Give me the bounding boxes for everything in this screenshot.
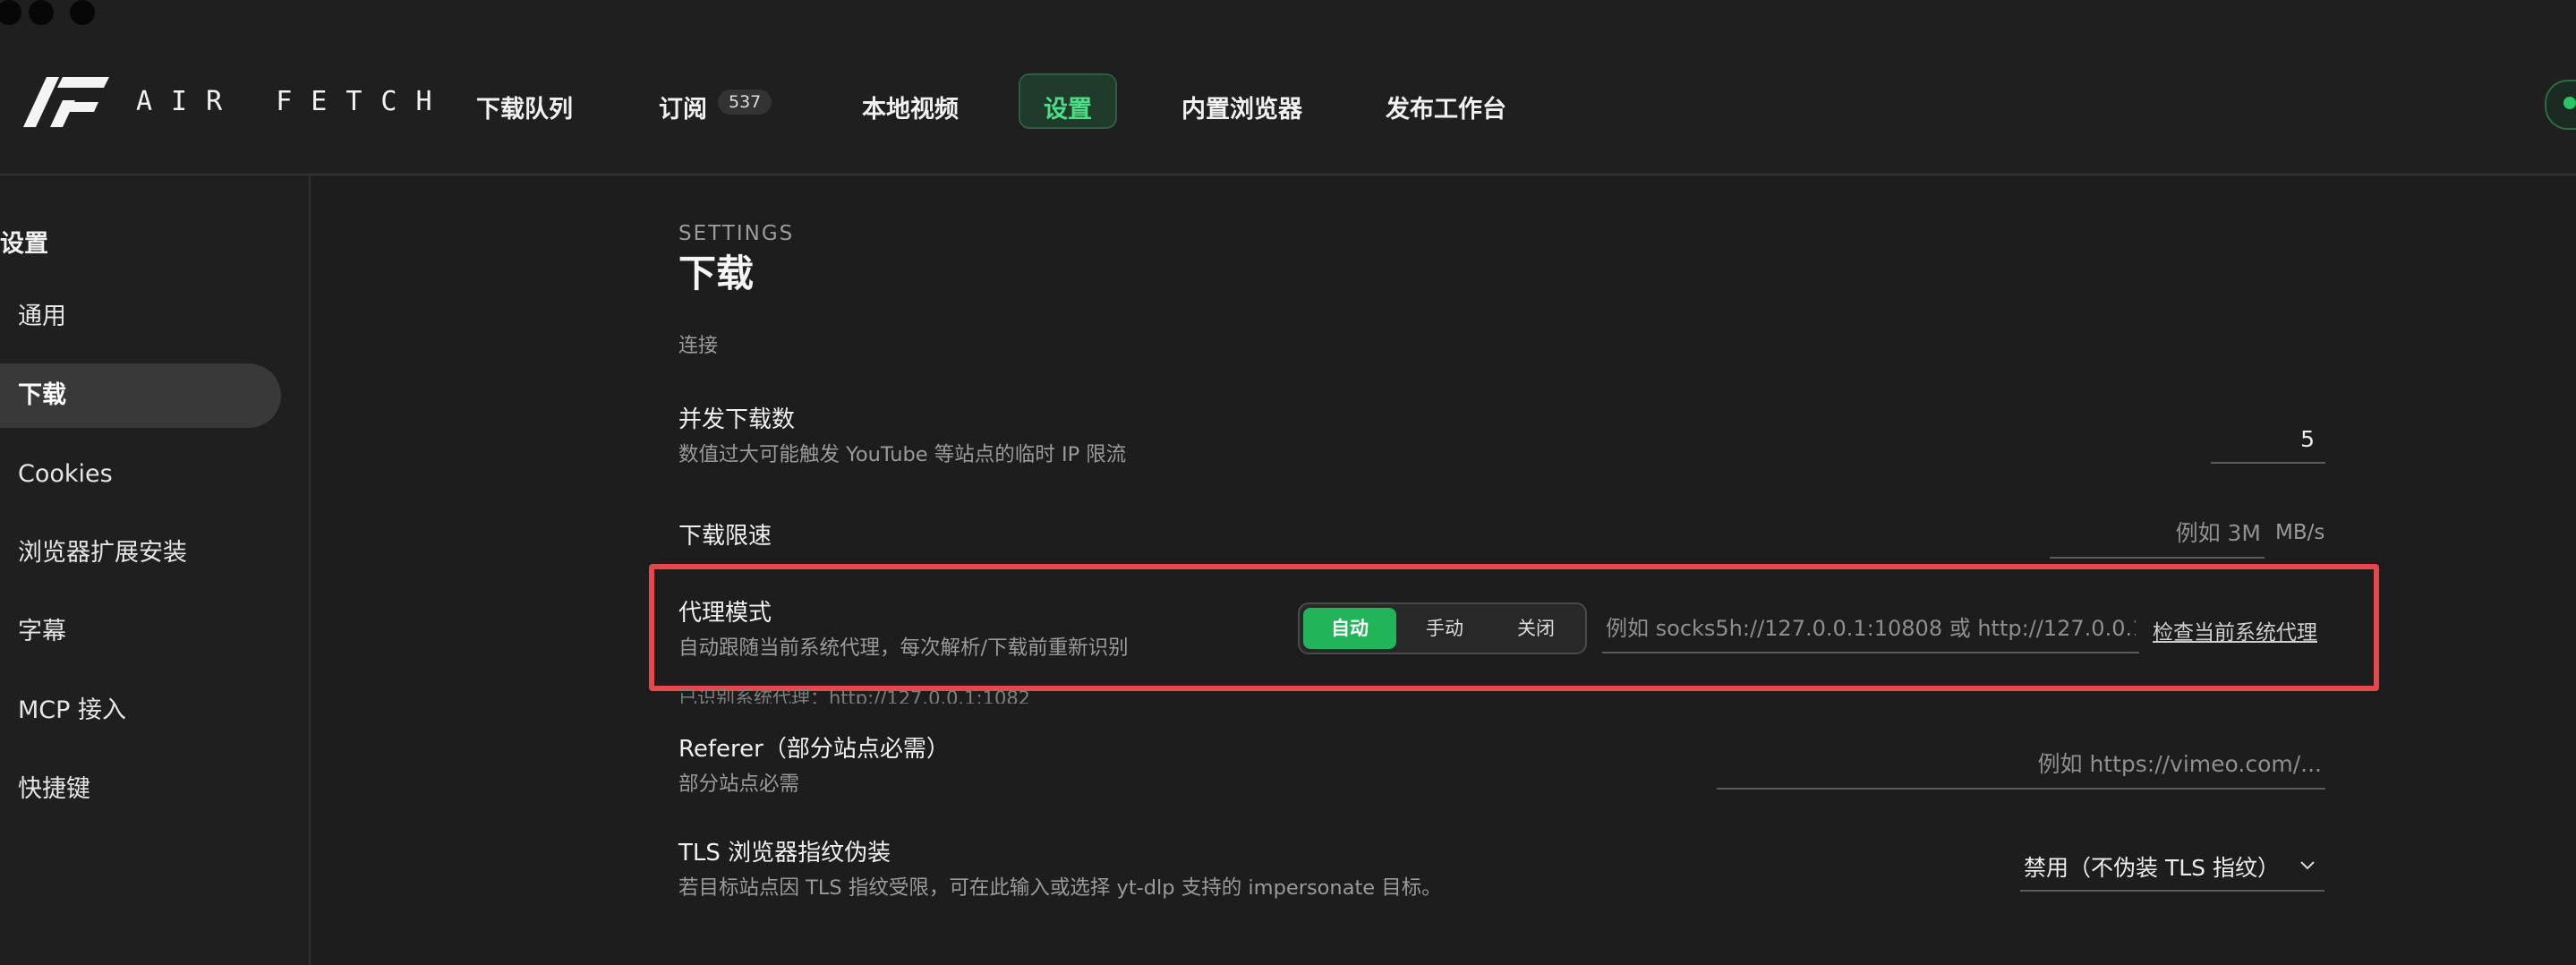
concurrency-title: 并发下载数 [678, 406, 796, 433]
page-title: 下载 [678, 252, 755, 295]
sidebar-item-shortcuts[interactable]: 快捷键 [0, 757, 281, 822]
referer-description: 部分站点必需 [678, 773, 800, 796]
proxy-address-input[interactable] [1602, 605, 2139, 653]
concurrency-description: 数值过大可能触发 YouTube 等站点的临时 IP 限流 [678, 443, 1127, 466]
nav-local-videos[interactable]: 本地视频 [862, 90, 959, 124]
nav-built-in-browser[interactable]: 内置浏览器 [1181, 90, 1302, 124]
referer-input[interactable] [1717, 739, 2325, 790]
window-maximize-button[interactable] [70, 0, 95, 25]
subscription-count-badge: 537 [718, 90, 772, 115]
settings-eyebrow: SETTINGS [678, 222, 795, 245]
rate-limit-input[interactable] [2050, 508, 2265, 559]
proxy-mode-off-button[interactable]: 关闭 [1491, 608, 1581, 649]
sidebar-title: 设置 [0, 230, 48, 258]
concurrency-input[interactable] [2211, 415, 2325, 464]
rate-limit-title: 下载限速 [678, 523, 772, 550]
tls-impersonate-value: 禁用（不伪装 TLS 指纹） [2024, 855, 2280, 881]
proxy-mode-title: 代理模式 [678, 600, 772, 627]
status-dot-icon [2563, 97, 2576, 109]
tls-impersonate-description: 若目标站点因 TLS 指纹受限，可在此输入或选择 yt-dlp 支持的 impe… [678, 876, 1442, 900]
proxy-mode-manual-button[interactable]: 手动 [1400, 608, 1489, 649]
section-label-connection: 连接 [678, 335, 719, 357]
sidebar-item-mcp[interactable]: MCP 接入 [0, 679, 281, 743]
referer-title: Referer（部分站点必需） [678, 736, 950, 763]
proxy-mode-segmented-control: 自动 手动 关闭 [1298, 602, 1587, 654]
sidebar-item-subtitles[interactable]: 字幕 [0, 600, 281, 664]
brand-name: AIR FETCH [136, 86, 451, 117]
sidebar-item-cookies[interactable]: Cookies [0, 442, 281, 507]
chevron-down-icon [2300, 861, 2315, 870]
proxy-mode-auto-button[interactable]: 自动 [1303, 608, 1396, 649]
nav-subscriptions[interactable]: 订阅 [659, 90, 707, 124]
nav-publish-workbench[interactable]: 发布工作台 [1386, 90, 1506, 124]
logo-icon [23, 77, 109, 127]
nav-download-queue[interactable]: 下载队列 [476, 90, 573, 124]
detected-system-proxy: 已识别系统代理：http://127.0.0.1:1082 [678, 687, 1031, 704]
rate-limit-unit: MB/s [2275, 521, 2325, 544]
check-system-proxy-link[interactable]: 检查当前系统代理 [2153, 615, 2317, 645]
tls-impersonate-title: TLS 浏览器指纹伪装 [678, 840, 891, 867]
window-minimize-button[interactable] [29, 0, 54, 25]
sidebar-item-browser-extension[interactable]: 浏览器扩展安装 [0, 521, 281, 585]
tls-impersonate-select[interactable]: 禁用（不伪装 TLS 指纹） [2020, 841, 2324, 892]
sidebar-item-general[interactable]: 通用 [0, 285, 281, 349]
sidebar-item-download[interactable]: 下载 [0, 363, 281, 428]
nav-settings[interactable]: 设置 [1044, 90, 1092, 124]
proxy-mode-description: 自动跟随当前系统代理，每次解析/下载前重新识别 [678, 636, 1129, 660]
